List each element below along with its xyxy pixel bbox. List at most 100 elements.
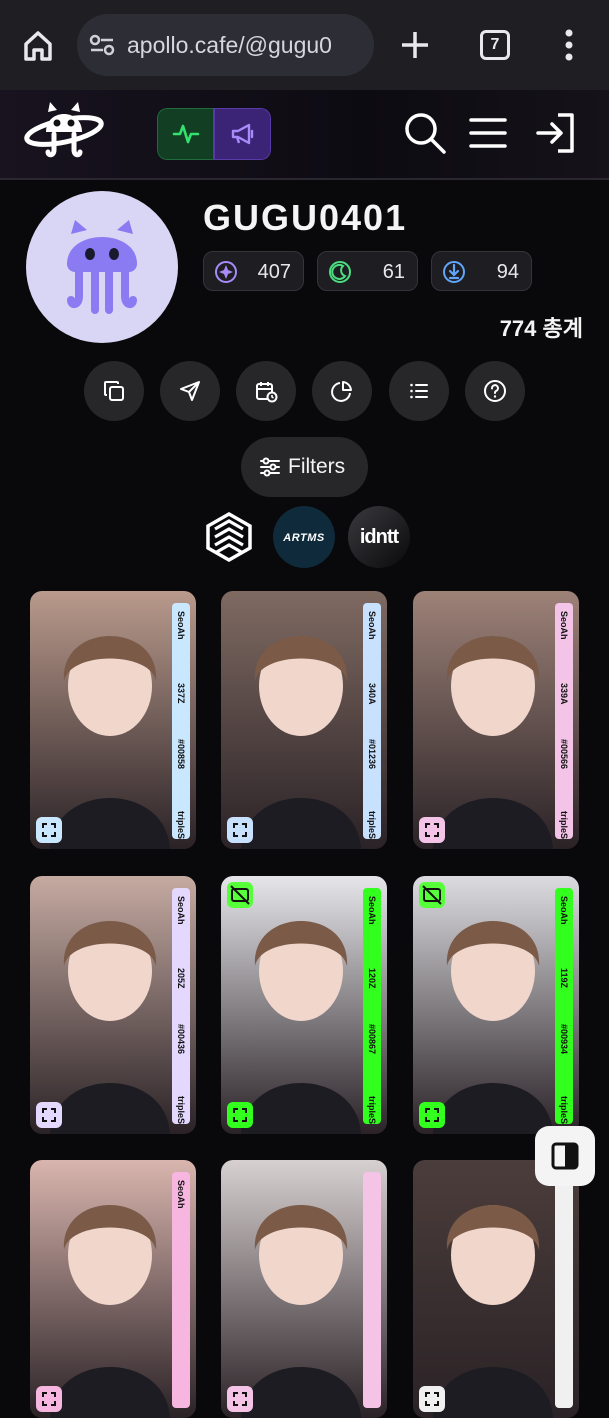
objekt-number: #00436 xyxy=(176,1024,186,1055)
objekt-info-strip: SeoAh 337Z #00858 tripleS xyxy=(172,603,190,839)
announcements-button[interactable] xyxy=(214,108,271,160)
objekt-card[interactable]: SeoAh 205Z #00436 tripleS xyxy=(30,876,196,1134)
new-tab-icon[interactable] xyxy=(398,28,432,62)
sidebar-panel-icon xyxy=(551,1142,579,1170)
objekt-serial: 120Z xyxy=(367,968,377,989)
objekt-serial: 337Z xyxy=(176,683,186,704)
objekt-number: #01236 xyxy=(367,739,377,770)
stat-value: 61 xyxy=(382,261,405,283)
send-button[interactable] xyxy=(160,361,220,421)
stat-moon: 61 xyxy=(317,251,418,291)
objekt-member: SeoAh xyxy=(559,611,569,640)
objekt-group: tripleS xyxy=(559,811,569,840)
filters-button[interactable]: Filters xyxy=(241,437,368,497)
megaphone-icon xyxy=(231,123,253,145)
objekt-number: #00858 xyxy=(176,739,186,770)
more-options-icon[interactable] xyxy=(562,28,576,62)
objekt-number: #00566 xyxy=(559,739,569,770)
objekt-serial: 205Z xyxy=(176,968,186,989)
stats-button[interactable] xyxy=(312,361,372,421)
objekt-info-strip: SeoAh 205Z #00436 tripleS xyxy=(172,888,190,1124)
triples-logo-icon xyxy=(206,511,252,563)
objekt-card[interactable]: SeoAh 340A #01236 tripleS xyxy=(221,591,387,849)
brand-idntt-button[interactable]: idntt xyxy=(348,506,410,568)
expand-icon[interactable] xyxy=(419,1102,445,1128)
objekt-member: SeoAh xyxy=(176,896,186,925)
objekt-serial: 339A xyxy=(559,683,569,705)
avatar xyxy=(26,191,178,343)
objekt-member: SeoAh xyxy=(176,611,186,640)
objekt-card[interactable]: SeoAh 337Z #00858 tripleS xyxy=(30,591,196,849)
address-bar[interactable]: apollo.cafe/@gugu0 xyxy=(77,14,374,76)
objekt-number: #00934 xyxy=(559,1024,569,1055)
help-icon xyxy=(484,380,506,402)
objekt-card[interactable]: SeoAh 119Z #00934 tripleS xyxy=(413,876,579,1134)
jellyfish-avatar-icon xyxy=(67,220,137,314)
copy-address-button[interactable] xyxy=(84,361,144,421)
url-text[interactable]: apollo.cafe/@gugu0 xyxy=(127,32,367,59)
brand-artms-button[interactable]: ARTMS xyxy=(273,506,335,568)
idntt-logo-icon: idntt xyxy=(360,526,401,548)
objekt-info-strip xyxy=(555,1172,573,1408)
objekt-group: tripleS xyxy=(176,1096,186,1125)
schedule-button[interactable] xyxy=(236,361,296,421)
objekt-member: SeoAh xyxy=(367,896,377,925)
objekt-card[interactable]: SeoAh xyxy=(30,1160,196,1418)
objekt-total: 774 총계 xyxy=(499,316,583,341)
activity-button[interactable] xyxy=(157,108,214,160)
pie-chart-icon xyxy=(331,381,352,402)
list-view-button[interactable] xyxy=(389,361,449,421)
sidebar-toggle-button[interactable] xyxy=(535,1126,595,1186)
objekt-info-strip: SeoAh xyxy=(172,1172,190,1408)
expand-icon[interactable] xyxy=(36,817,62,843)
expand-icon[interactable] xyxy=(227,1102,253,1128)
expand-icon[interactable] xyxy=(419,1386,445,1412)
sign-in-icon[interactable] xyxy=(534,110,578,156)
tab-switcher-button[interactable]: 7 xyxy=(480,30,510,60)
objekt-card[interactable] xyxy=(413,1160,579,1418)
expand-icon[interactable] xyxy=(227,817,253,843)
apollo-logo[interactable] xyxy=(24,98,104,170)
objekt-group: tripleS xyxy=(559,1096,569,1125)
stat-gravity: 94 xyxy=(431,251,532,291)
calendar-icon xyxy=(256,382,278,403)
gravity-icon xyxy=(443,261,465,283)
expand-icon[interactable] xyxy=(36,1102,62,1128)
objekt-serial: 340A xyxy=(367,683,377,705)
objekt-member: SeoAh xyxy=(367,611,377,640)
objekt-serial: 119Z xyxy=(559,968,569,989)
objekt-card[interactable]: SeoAh 120Z #00867 tripleS xyxy=(221,876,387,1134)
objekt-group: tripleS xyxy=(367,1096,377,1125)
svg-text:ARTMS: ARTMS xyxy=(282,532,325,544)
activity-icon xyxy=(172,124,199,144)
svg-text:idntt: idntt xyxy=(360,526,400,548)
expand-icon[interactable] xyxy=(227,1386,253,1412)
objekt-card[interactable]: SeoAh 339A #00566 tripleS xyxy=(413,591,579,849)
objekt-card[interactable] xyxy=(221,1160,387,1418)
objekt-member: SeoAh xyxy=(176,1180,186,1209)
help-button[interactable] xyxy=(465,361,525,421)
objekt-number: #00867 xyxy=(367,1024,377,1055)
activity-toggle-group xyxy=(157,108,271,160)
site-settings-icon[interactable] xyxy=(89,33,115,57)
objekt-group: tripleS xyxy=(367,811,377,840)
sliders-icon xyxy=(260,457,280,477)
objekt-info-strip: SeoAh 340A #01236 tripleS xyxy=(363,603,381,839)
send-icon xyxy=(180,381,200,401)
expand-icon[interactable] xyxy=(419,817,445,843)
stat-value: 94 xyxy=(496,261,519,283)
stat-value: 407 xyxy=(257,261,291,283)
artms-logo-icon: ARTMS xyxy=(282,532,325,544)
browser-toolbar: apollo.cafe/@gugu0 7 xyxy=(0,0,609,90)
moon-icon xyxy=(329,261,351,283)
brand-triples-button[interactable] xyxy=(198,506,260,568)
stat-cosmo: 407 xyxy=(203,251,304,291)
home-icon[interactable] xyxy=(18,26,58,66)
menu-icon[interactable] xyxy=(468,110,508,156)
objekt-info-strip: SeoAh 120Z #00867 tripleS xyxy=(363,888,381,1124)
expand-icon[interactable] xyxy=(36,1386,62,1412)
objekt-info-strip: SeoAh 339A #00566 tripleS xyxy=(555,603,573,839)
search-icon[interactable] xyxy=(402,110,448,156)
objekt-info-strip: SeoAh 119Z #00934 tripleS xyxy=(555,888,573,1124)
no-transfer-icon xyxy=(227,882,253,908)
